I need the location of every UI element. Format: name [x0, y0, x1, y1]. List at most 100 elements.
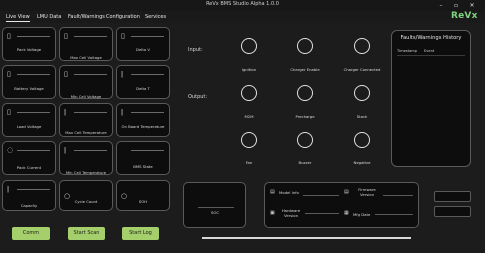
firmware-version-label: Firmware Version	[358, 187, 376, 197]
revx-logo: ReVx	[451, 11, 478, 21]
minimize-icon[interactable]: –	[435, 0, 447, 11]
battery-icon: ▯	[7, 70, 11, 78]
card-delta-t: ǀ Delta T	[116, 65, 170, 99]
card-value-line	[74, 74, 107, 75]
card-value-line	[74, 112, 107, 113]
card-delta-v: ▯ Delta V	[116, 27, 170, 61]
faults-panel-title: Faults/Warnings History	[400, 35, 462, 41]
card-label: Delta T	[136, 86, 150, 91]
capacity-icon: ǀ	[7, 185, 10, 193]
buzzer-indicator	[297, 132, 313, 148]
battery-icon: ▯	[64, 32, 68, 40]
card-label: Capacity	[20, 203, 38, 208]
soc-label: SOC	[210, 210, 220, 215]
card-cycle-count: ○ Cycle Count	[59, 180, 113, 211]
firmware-value-line	[383, 195, 413, 196]
precharge-indicator	[297, 85, 313, 101]
ignition-indicator	[241, 38, 257, 54]
stack-indicator	[354, 85, 370, 101]
card-label: BMS State	[133, 164, 153, 169]
card-capacity: ǀ Capacity	[2, 180, 56, 211]
card-on-board-temperature: ǀ On Board Temperature	[116, 103, 170, 137]
event-column-header: Event	[424, 49, 435, 53]
card-label: SOH	[138, 199, 148, 204]
hardware-icon: ▣	[270, 210, 275, 216]
charger-connected-label: Charger Connected	[343, 67, 381, 72]
card-value-line	[17, 36, 50, 37]
card-min-cell-temperature: ǀ Min Cell Temperature	[59, 141, 113, 175]
firmware-icon: ▤	[344, 189, 349, 195]
comm-button[interactable]: Comm	[12, 227, 50, 240]
timestamp-column-header: Timestamp	[397, 49, 418, 53]
card-max-cell-temperature: ǀ Max Cell Temperature	[59, 103, 113, 137]
card-label: Min Cell Temperature	[65, 170, 107, 175]
card-pack-voltage: ▯ Pack Voltage	[2, 27, 56, 61]
card-label: Max Cell Voltage	[70, 55, 102, 60]
card-bms-state: BMS State	[116, 141, 170, 175]
menu-configuration[interactable]: Configuration	[106, 14, 140, 20]
card-label: Delta V	[136, 47, 150, 52]
menu-lmu-data[interactable]: LMU Data	[37, 14, 61, 20]
card-value-line	[17, 150, 50, 151]
negative-indicator	[354, 132, 370, 148]
stack-label: Stack	[356, 114, 368, 119]
model-info-value-line	[303, 195, 339, 196]
start-log-button[interactable]: Start Log	[122, 227, 159, 240]
close-icon[interactable]: ✕	[466, 0, 478, 11]
calendar-icon: ▦	[344, 210, 349, 216]
output-label: Output:	[188, 94, 208, 100]
thermometer-icon: ǀ	[121, 108, 124, 116]
card-value-line	[74, 36, 107, 37]
card-max-cell-voltage: ▯ Max Cell Voltage	[59, 27, 113, 61]
menu-fault-warnings[interactable]: Fault/Warnings	[68, 14, 105, 20]
mfg-date-value-line	[375, 214, 413, 215]
fan-indicator	[241, 132, 257, 148]
hardware-value-line	[305, 213, 339, 214]
card-value-line	[17, 189, 50, 190]
menu-live-view[interactable]: Live View	[6, 14, 30, 22]
charger-connected-indicator	[354, 38, 370, 54]
card-value-line	[17, 112, 50, 113]
hardware-version-label: Hardware Version	[281, 208, 301, 218]
battery-icon: ▯	[7, 32, 11, 40]
charger-enable-indicator	[297, 38, 313, 54]
mfg-date-label: Mfg Date	[353, 212, 371, 217]
maximize-icon[interactable]: ▫	[450, 0, 462, 11]
thermometer-icon: ǀ	[64, 146, 67, 154]
small-box-top	[434, 191, 471, 202]
charger-enable-label: Charger Enable	[290, 67, 320, 72]
progress-bar	[202, 237, 411, 239]
card-label: On Board Temperature	[121, 124, 165, 129]
start-scan-button[interactable]: Start Scan	[68, 227, 105, 240]
window-title: ReVx BMS Studio Alpha 1.0.0	[206, 1, 279, 7]
precharge-label: Precharge	[295, 114, 315, 119]
small-box-bottom	[434, 206, 471, 217]
m2m-indicator	[241, 85, 257, 101]
fan-label: Fan	[245, 160, 253, 165]
soc-box: SOC	[183, 182, 246, 228]
m2m-label: M2M	[244, 114, 254, 119]
ignition-label: Ignition	[241, 67, 257, 72]
card-value-line	[131, 74, 164, 75]
battery-icon: ▯	[121, 32, 125, 40]
card-value-line	[131, 112, 164, 113]
input-label: Input:	[188, 47, 203, 53]
thermometer-icon: ǀ	[64, 108, 67, 116]
card-label: Pack Current	[16, 165, 42, 170]
card-value-line	[131, 150, 164, 151]
battery-icon: ▯	[7, 108, 11, 116]
card-label: Load Voltage	[16, 124, 42, 129]
card-soh: ○ SOH	[116, 180, 170, 211]
card-battery-voltage: ▯ Battery Voltage	[2, 65, 56, 99]
negative-label: Negative	[353, 160, 371, 165]
menu-services[interactable]: Services	[145, 14, 166, 20]
menu-bar: Live View LMU Data Fault/Warnings Config…	[0, 11, 485, 23]
card-value-line	[131, 36, 164, 37]
current-icon: ◌	[7, 146, 14, 154]
buzzer-label: Buzzer	[298, 160, 312, 165]
card-pack-current: ◌ Pack Current	[2, 141, 56, 175]
battery-icon: ▯	[64, 70, 68, 78]
info-icon: ▤	[270, 189, 275, 195]
card-load-voltage: ▯ Load Voltage	[2, 103, 56, 137]
card-label: Battery Voltage	[14, 86, 44, 91]
